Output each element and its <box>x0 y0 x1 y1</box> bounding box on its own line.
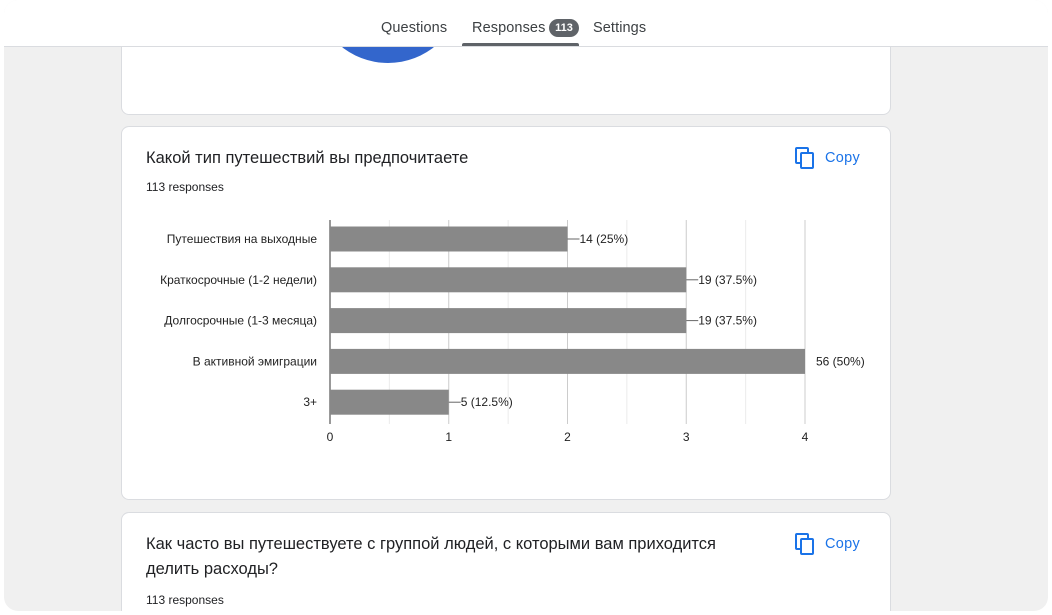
copy-chart-button[interactable]: Copy <box>795 532 860 556</box>
app-frame: Questions Responses 113 Settings Какой т… <box>4 0 1048 611</box>
category-label: Краткосрочные (1-2 недели) <box>160 273 317 287</box>
bar-chart: Путешествия на выходные 14 (25%) Краткосро… <box>160 220 865 444</box>
responses-count-badge: 113 <box>549 19 579 37</box>
tab-questions[interactable]: Questions <box>381 20 447 36</box>
category-label: 3+ <box>303 395 317 409</box>
active-tab-indicator <box>462 43 579 46</box>
copy-label: Copy <box>825 536 861 552</box>
x-tick-label: 4 <box>802 430 809 444</box>
question-card-travel-type: Какой тип путешествий вы предпочитаете 1… <box>121 126 891 500</box>
tab-settings[interactable]: Settings <box>593 20 646 36</box>
value-label: 56 (50%) <box>816 354 865 368</box>
chart-bar <box>330 267 687 293</box>
x-tick-label: 2 <box>564 430 571 444</box>
chart-bar <box>330 348 805 374</box>
chart-bar <box>330 226 568 252</box>
x-tick-label: 0 <box>327 430 334 444</box>
chart-bar <box>330 389 449 415</box>
question-card-group-travel: Как часто вы путешествуете с группой люд… <box>121 512 891 611</box>
question-title: Как часто вы путешествуете с группой люд… <box>146 535 716 578</box>
x-tick-label: 3 <box>683 430 690 444</box>
copy-icon <box>795 533 814 555</box>
chart-bar <box>330 308 687 334</box>
value-label: 14 (25%) <box>580 232 629 246</box>
tab-responses[interactable]: Responses <box>472 20 545 36</box>
value-label: 5 (12.5%) <box>461 395 513 409</box>
category-label: Путешествия на выходные <box>167 232 318 246</box>
value-label: 19 (37.5%) <box>698 314 757 328</box>
value-label: 19 (37.5%) <box>698 273 757 287</box>
category-label: Долгосрочные (1-3 месяца) <box>164 314 317 328</box>
top-tab-bar: Questions Responses 113 Settings <box>4 0 1048 47</box>
response-count: 113 responses <box>146 593 224 607</box>
category-label: В активной эмиграции <box>193 354 317 368</box>
x-tick-label: 1 <box>445 430 452 444</box>
